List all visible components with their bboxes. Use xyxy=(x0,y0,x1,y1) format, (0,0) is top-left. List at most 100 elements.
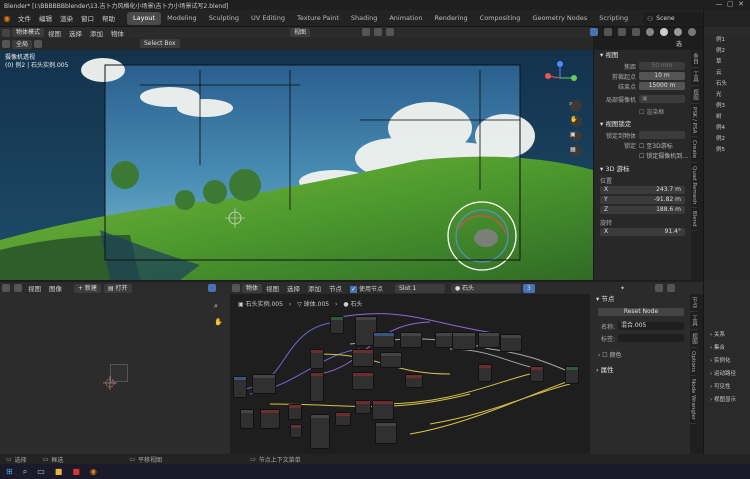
slot-dropdown[interactable]: Slot 1 xyxy=(394,283,445,293)
node[interactable] xyxy=(352,372,374,390)
task-view-icon[interactable]: ▭ xyxy=(37,467,45,476)
workspace-tab[interactable]: Compositing xyxy=(474,12,527,25)
outliner-item[interactable]: 例4 xyxy=(704,123,750,134)
node[interactable] xyxy=(310,372,324,402)
shading-rendered-icon[interactable] xyxy=(688,28,696,36)
lock-3d-cursor-checkbox[interactable]: ☐ 至3D游标 xyxy=(639,141,673,150)
node[interactable] xyxy=(530,366,544,382)
file-explorer-icon[interactable]: ■ xyxy=(55,467,63,476)
outliner-item[interactable]: 草 xyxy=(704,57,750,68)
shading-solid-icon[interactable] xyxy=(660,28,668,36)
local-camera-field[interactable]: ▣ xyxy=(639,95,685,103)
workspace-tab[interactable]: Scripting xyxy=(593,12,634,25)
node[interactable] xyxy=(330,316,344,334)
zoom-icon[interactable]: ⌕ xyxy=(569,100,572,108)
properties-panel-item[interactable]: › 关系 xyxy=(704,330,750,343)
use-nodes-toggle[interactable]: ✓ 使用节点 xyxy=(350,284,383,293)
shader-type-dropdown[interactable]: 物体 xyxy=(242,283,263,293)
outliner-item[interactable]: 例2 xyxy=(704,134,750,145)
viewport-menu-item[interactable]: 选择 xyxy=(65,28,86,38)
blender-taskbar-icon[interactable]: ◉ xyxy=(90,467,97,476)
sidebar-tab[interactable]: PSK / PSA xyxy=(691,104,697,138)
viewport-scene[interactable] xyxy=(0,50,593,280)
node[interactable] xyxy=(373,332,395,348)
material-user-count[interactable]: 3 xyxy=(522,283,535,293)
node[interactable] xyxy=(380,352,402,368)
gizmo-icon[interactable] xyxy=(386,28,394,36)
viewport-menu-item[interactable]: 添加 xyxy=(86,28,107,38)
scene-selector[interactable]: ⚇ Scene xyxy=(643,12,703,25)
breadcrumb-mesh[interactable]: 球体.005 xyxy=(304,301,329,308)
select-tool-icon[interactable] xyxy=(590,28,598,36)
workspace-tab[interactable]: Layout xyxy=(127,11,162,25)
menu-item[interactable]: 编辑 xyxy=(35,13,56,23)
image-mode-icon[interactable] xyxy=(14,284,22,292)
node[interactable] xyxy=(288,404,302,420)
sidebar-tab[interactable]: Blend xyxy=(691,208,697,231)
workspace-tab[interactable]: Texture Paint xyxy=(291,12,345,25)
cursor-z-field[interactable]: Z 188.6 m xyxy=(600,206,685,214)
menu-item[interactable]: 渲染 xyxy=(56,13,77,23)
xray-toggle-icon[interactable] xyxy=(632,28,640,36)
material-selector[interactable]: ● 石头 xyxy=(450,283,521,293)
snap-icon[interactable] xyxy=(34,40,43,48)
node[interactable] xyxy=(452,332,476,350)
workspace-tab[interactable]: Shading xyxy=(345,12,383,25)
sidebar-tab[interactable]: 视图 xyxy=(691,86,699,104)
render-region-checkbox[interactable]: ☐ 渲染框 xyxy=(639,107,664,116)
outliner-item[interactable]: 例5 xyxy=(704,145,750,156)
menu-item[interactable]: 帮助 xyxy=(98,13,119,23)
sidebar-tab[interactable]: 工具 xyxy=(691,68,699,86)
node-sidebar-tab[interactable]: Node Wrangler xyxy=(690,376,696,425)
node[interactable] xyxy=(435,332,453,348)
properties-panel-item[interactable]: › 实例化 xyxy=(704,356,750,369)
node[interactable] xyxy=(375,422,397,444)
3d-viewport[interactable]: 摄像机透视 (0) 例2 | 石头实例.005 ⌕ ✋ ▣ ▦ xyxy=(0,50,593,280)
node-name-field[interactable]: 混合.005 xyxy=(618,322,684,330)
lock-object-field[interactable] xyxy=(639,131,685,139)
viewport-menu-item[interactable]: 物体 xyxy=(107,28,128,38)
windows-start-icon[interactable]: ⊞ xyxy=(6,467,13,476)
search-taskbar-icon[interactable]: ⌕ xyxy=(23,467,27,477)
workspace-tab[interactable]: Modeling xyxy=(161,12,203,25)
outliner-item[interactable]: 例2 xyxy=(704,46,750,57)
image-pin-icon[interactable] xyxy=(208,284,216,292)
node[interactable] xyxy=(310,414,330,449)
node[interactable] xyxy=(372,400,394,420)
properties-panel-item[interactable]: › 视图显示 xyxy=(704,395,750,408)
node-label-field[interactable] xyxy=(618,334,684,342)
node-editor-canvas[interactable]: ▣ 石头实例.005 › ▽ 球体.005 › ● 石头 xyxy=(230,294,590,454)
xray-icon[interactable] xyxy=(374,28,382,36)
properties-panel-item[interactable]: › 集合 xyxy=(704,343,750,356)
properties-section-header[interactable]: › 属性 xyxy=(590,365,690,376)
clip-end-field[interactable]: 15000 m xyxy=(639,82,685,90)
props-options-icon[interactable] xyxy=(667,284,676,292)
overlay-icon[interactable] xyxy=(362,28,370,36)
node[interactable] xyxy=(260,409,280,429)
node[interactable] xyxy=(290,424,302,438)
open-image-button[interactable]: ▤ 打开 xyxy=(103,283,132,293)
outliner-item[interactable]: 石头 xyxy=(704,79,750,90)
node-menu-item[interactable]: 添加 xyxy=(304,283,325,293)
node-sidebar-tab[interactable]: 节点 xyxy=(690,294,698,312)
node[interactable] xyxy=(478,364,492,382)
app-red-icon[interactable]: ■ xyxy=(72,467,80,476)
shading-wireframe-icon[interactable] xyxy=(646,28,654,36)
reset-node-button[interactable]: Reset Node xyxy=(598,308,684,316)
pan-hand-icon[interactable]: ✋ xyxy=(570,116,577,123)
node[interactable] xyxy=(565,366,579,384)
node[interactable] xyxy=(478,332,500,348)
image-menu-item[interactable]: 视图 xyxy=(24,283,45,293)
node[interactable] xyxy=(310,349,324,369)
image-pan-icon[interactable]: ✋ xyxy=(214,318,223,326)
focal-length-field[interactable]: 50 mm xyxy=(639,62,685,70)
view-lock-section-header[interactable]: ▾ 视图锁定 xyxy=(594,119,691,130)
menu-item[interactable]: 窗口 xyxy=(77,13,98,23)
sidebar-tab[interactable]: 条目 xyxy=(691,50,699,68)
image-menu-item[interactable]: 图像 xyxy=(45,283,66,293)
cursor-y-field[interactable]: Y -91.82 m xyxy=(600,196,685,204)
node-sidebar-tab[interactable]: Options xyxy=(690,348,696,377)
node-sidebar-tab[interactable]: 视图 xyxy=(690,330,698,348)
shading-material-icon[interactable] xyxy=(674,28,682,36)
node-menu-item[interactable]: 节点 xyxy=(325,283,346,293)
